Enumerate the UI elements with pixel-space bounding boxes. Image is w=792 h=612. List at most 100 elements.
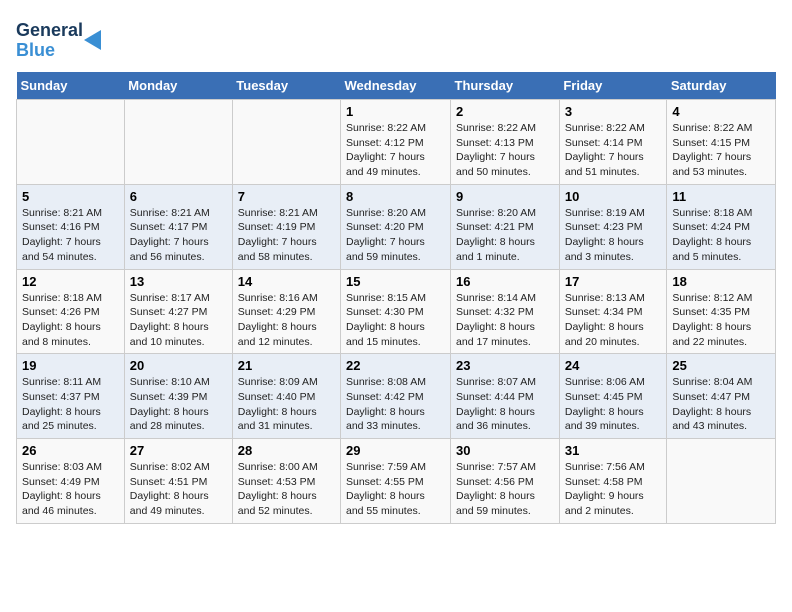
day-number: 23 <box>456 358 554 373</box>
day-info: Sunrise: 8:10 AM Sunset: 4:39 PM Dayligh… <box>130 375 227 434</box>
day-number: 26 <box>22 443 119 458</box>
day-number: 14 <box>238 274 335 289</box>
day-number: 2 <box>456 104 554 119</box>
logo-svg: General Blue <box>16 16 106 60</box>
day-number: 31 <box>565 443 662 458</box>
day-info: Sunrise: 8:22 AM Sunset: 4:12 PM Dayligh… <box>346 121 445 180</box>
day-number: 5 <box>22 189 119 204</box>
day-cell: 6 Sunrise: 8:21 AM Sunset: 4:17 PM Daylig… <box>124 184 232 269</box>
day-number: 7 <box>238 189 335 204</box>
day-number: 15 <box>346 274 445 289</box>
day-number: 30 <box>456 443 554 458</box>
day-cell: 18 Sunrise: 8:12 AM Sunset: 4:35 PM Dayli… <box>667 269 776 354</box>
week-row-5: 26 Sunrise: 8:03 AM Sunset: 4:49 PM Dayli… <box>17 439 776 524</box>
day-cell: 23 Sunrise: 8:07 AM Sunset: 4:44 PM Dayli… <box>451 354 560 439</box>
day-cell: 7Sunrise: 8:21 AM Sunset: 4:19 PM Daylig… <box>232 184 340 269</box>
day-number: 20 <box>130 358 227 373</box>
day-info: Sunrise: 8:22 AM Sunset: 4:15 PM Dayligh… <box>672 121 770 180</box>
day-cell <box>124 100 232 185</box>
day-cell: 28 Sunrise: 8:00 AM Sunset: 4:53 PM Dayli… <box>232 439 340 524</box>
day-cell: 22Sunrise: 8:08 AM Sunset: 4:42 PM Dayli… <box>341 354 451 439</box>
day-cell: 13Sunrise: 8:17 AM Sunset: 4:27 PM Dayli… <box>124 269 232 354</box>
svg-text:General: General <box>16 20 83 40</box>
day-info: Sunrise: 8:22 AM Sunset: 4:14 PM Dayligh… <box>565 121 662 180</box>
day-info: Sunrise: 8:15 AM Sunset: 4:30 PM Dayligh… <box>346 291 445 350</box>
day-cell: 17 Sunrise: 8:13 AM Sunset: 4:34 PM Dayli… <box>559 269 667 354</box>
day-info: Sunrise: 8:16 AM Sunset: 4:29 PM Dayligh… <box>238 291 335 350</box>
day-cell: 26 Sunrise: 8:03 AM Sunset: 4:49 PM Dayli… <box>17 439 125 524</box>
day-info: Sunrise: 8:21 AM Sunset: 4:16 PM Dayligh… <box>22 206 119 265</box>
day-number: 6 <box>130 189 227 204</box>
day-cell: 14 Sunrise: 8:16 AM Sunset: 4:29 PM Dayli… <box>232 269 340 354</box>
day-cell <box>232 100 340 185</box>
day-cell: 3 Sunrise: 8:22 AM Sunset: 4:14 PM Daylig… <box>559 100 667 185</box>
day-info: Sunrise: 8:11 AM Sunset: 4:37 PM Dayligh… <box>22 375 119 434</box>
day-cell: 29 Sunrise: 7:59 AM Sunset: 4:55 PM Dayli… <box>341 439 451 524</box>
day-cell: 2 Sunrise: 8:22 AM Sunset: 4:13 PM Daylig… <box>451 100 560 185</box>
day-info: Sunrise: 8:20 AM Sunset: 4:20 PM Dayligh… <box>346 206 445 265</box>
day-cell: 12 Sunrise: 8:18 AM Sunset: 4:26 PM Dayli… <box>17 269 125 354</box>
day-cell: 20 Sunrise: 8:10 AM Sunset: 4:39 PM Dayli… <box>124 354 232 439</box>
day-cell: 15 Sunrise: 8:15 AM Sunset: 4:30 PM Dayli… <box>341 269 451 354</box>
day-cell: 25 Sunrise: 8:04 AM Sunset: 4:47 PM Dayli… <box>667 354 776 439</box>
day-info: Sunrise: 8:18 AM Sunset: 4:24 PM Dayligh… <box>672 206 770 265</box>
day-cell: 4 Sunrise: 8:22 AM Sunset: 4:15 PM Daylig… <box>667 100 776 185</box>
day-cell <box>667 439 776 524</box>
day-number: 24 <box>565 358 662 373</box>
day-cell <box>17 100 125 185</box>
day-info: Sunrise: 8:22 AM Sunset: 4:13 PM Dayligh… <box>456 121 554 180</box>
day-info: Sunrise: 8:06 AM Sunset: 4:45 PM Dayligh… <box>565 375 662 434</box>
day-header-friday: Friday <box>559 72 667 100</box>
day-number: 19 <box>22 358 119 373</box>
header-row: SundayMondayTuesdayWednesdayThursdayFrid… <box>17 72 776 100</box>
day-cell: 24 Sunrise: 8:06 AM Sunset: 4:45 PM Dayli… <box>559 354 667 439</box>
day-info: Sunrise: 8:18 AM Sunset: 4:26 PM Dayligh… <box>22 291 119 350</box>
day-number: 12 <box>22 274 119 289</box>
day-info: Sunrise: 8:03 AM Sunset: 4:49 PM Dayligh… <box>22 460 119 519</box>
day-number: 17 <box>565 274 662 289</box>
day-number: 16 <box>456 274 554 289</box>
day-number: 25 <box>672 358 770 373</box>
week-row-3: 12 Sunrise: 8:18 AM Sunset: 4:26 PM Dayli… <box>17 269 776 354</box>
day-cell: 19 Sunrise: 8:11 AM Sunset: 4:37 PM Dayli… <box>17 354 125 439</box>
day-cell: 9 Sunrise: 8:20 AM Sunset: 4:21 PM Daylig… <box>451 184 560 269</box>
page-header: General Blue <box>16 16 776 60</box>
day-number: 28 <box>238 443 335 458</box>
day-info: Sunrise: 8:02 AM Sunset: 4:51 PM Dayligh… <box>130 460 227 519</box>
day-info: Sunrise: 8:20 AM Sunset: 4:21 PM Dayligh… <box>456 206 554 265</box>
day-info: Sunrise: 8:00 AM Sunset: 4:53 PM Dayligh… <box>238 460 335 519</box>
day-number: 22 <box>346 358 445 373</box>
day-number: 9 <box>456 189 554 204</box>
day-info: Sunrise: 8:12 AM Sunset: 4:35 PM Dayligh… <box>672 291 770 350</box>
day-cell: 21 Sunrise: 8:09 AM Sunset: 4:40 PM Dayli… <box>232 354 340 439</box>
day-cell: 30 Sunrise: 7:57 AM Sunset: 4:56 PM Dayli… <box>451 439 560 524</box>
logo: General Blue <box>16 16 106 60</box>
day-number: 3 <box>565 104 662 119</box>
day-info: Sunrise: 7:57 AM Sunset: 4:56 PM Dayligh… <box>456 460 554 519</box>
day-header-monday: Monday <box>124 72 232 100</box>
week-row-2: 5 Sunrise: 8:21 AM Sunset: 4:16 PM Daylig… <box>17 184 776 269</box>
day-info: Sunrise: 7:59 AM Sunset: 4:55 PM Dayligh… <box>346 460 445 519</box>
day-info: Sunrise: 8:14 AM Sunset: 4:32 PM Dayligh… <box>456 291 554 350</box>
day-info: Sunrise: 8:04 AM Sunset: 4:47 PM Dayligh… <box>672 375 770 434</box>
day-number: 29 <box>346 443 445 458</box>
day-cell: 5 Sunrise: 8:21 AM Sunset: 4:16 PM Daylig… <box>17 184 125 269</box>
day-number: 18 <box>672 274 770 289</box>
day-number: 27 <box>130 443 227 458</box>
day-info: Sunrise: 8:07 AM Sunset: 4:44 PM Dayligh… <box>456 375 554 434</box>
day-cell: 1Sunrise: 8:22 AM Sunset: 4:12 PM Daylig… <box>341 100 451 185</box>
day-cell: 8Sunrise: 8:20 AM Sunset: 4:20 PM Daylig… <box>341 184 451 269</box>
week-row-1: 1Sunrise: 8:22 AM Sunset: 4:12 PM Daylig… <box>17 100 776 185</box>
day-header-thursday: Thursday <box>451 72 560 100</box>
day-info: Sunrise: 8:09 AM Sunset: 4:40 PM Dayligh… <box>238 375 335 434</box>
day-cell: 10Sunrise: 8:19 AM Sunset: 4:23 PM Dayli… <box>559 184 667 269</box>
day-cell: 16 Sunrise: 8:14 AM Sunset: 4:32 PM Dayli… <box>451 269 560 354</box>
day-info: Sunrise: 8:21 AM Sunset: 4:17 PM Dayligh… <box>130 206 227 265</box>
day-number: 4 <box>672 104 770 119</box>
day-cell: 31Sunrise: 7:56 AM Sunset: 4:58 PM Dayli… <box>559 439 667 524</box>
day-header-tuesday: Tuesday <box>232 72 340 100</box>
calendar-table: SundayMondayTuesdayWednesdayThursdayFrid… <box>16 72 776 524</box>
day-number: 21 <box>238 358 335 373</box>
day-number: 11 <box>672 189 770 204</box>
day-info: Sunrise: 8:13 AM Sunset: 4:34 PM Dayligh… <box>565 291 662 350</box>
